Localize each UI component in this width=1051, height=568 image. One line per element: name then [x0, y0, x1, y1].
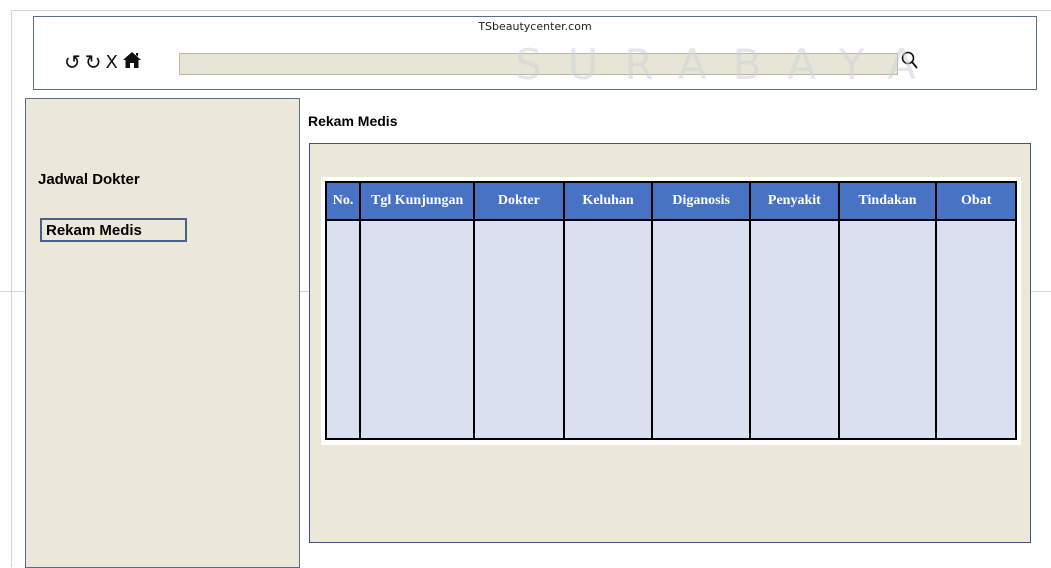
column-header-penyakit: Penyakit — [749, 181, 840, 221]
column-header-keluhan: Keluhan — [562, 181, 654, 221]
table-header-row: No. Tgl Kunjungan Dokter Keluhan Diganos… — [324, 181, 1017, 221]
table-cell — [651, 219, 752, 440]
guide-line-top — [11, 10, 1051, 11]
watermark-text: SURABAYA — [515, 40, 943, 89]
sidebar: Jadwal Dokter Rekam Medis — [25, 98, 300, 568]
table-cell — [324, 219, 362, 440]
content-panel: No. Tgl Kunjungan Dokter Keluhan Diganos… — [309, 143, 1031, 543]
column-header-tgl-kunjungan: Tgl Kunjungan — [359, 181, 476, 221]
guide-line-left — [11, 10, 12, 567]
column-header-dokter: Dokter — [473, 181, 565, 221]
nav-buttons: ↺ ↻ X — [64, 50, 142, 75]
refresh-icon[interactable]: ↻ — [85, 52, 102, 74]
home-icon[interactable] — [122, 50, 142, 75]
table-cell — [837, 219, 938, 440]
close-icon[interactable]: X — [106, 52, 118, 74]
page-title: Rekam Medis — [308, 113, 398, 129]
table-cell — [749, 219, 840, 440]
table-cell — [935, 219, 1017, 440]
sidebar-item-jadwal-dokter[interactable]: Jadwal Dokter — [38, 171, 140, 188]
column-header-obat: Obat — [935, 181, 1017, 221]
table-container: No. Tgl Kunjungan Dokter Keluhan Diganos… — [321, 177, 1021, 445]
table-row — [324, 219, 1017, 440]
medical-records-table: No. Tgl Kunjungan Dokter Keluhan Diganos… — [324, 181, 1017, 440]
column-header-diganosis: Diganosis — [651, 181, 752, 221]
column-header-no: No. — [324, 181, 362, 221]
sidebar-item-rekam-medis[interactable]: Rekam Medis — [40, 218, 187, 242]
undo-icon[interactable]: ↺ — [64, 52, 81, 74]
table-cell — [473, 219, 565, 440]
table-cell — [562, 219, 654, 440]
table-cell — [359, 219, 476, 440]
site-title: TSbeautycenter.com — [478, 20, 592, 33]
column-header-tindakan: Tindakan — [837, 181, 938, 221]
